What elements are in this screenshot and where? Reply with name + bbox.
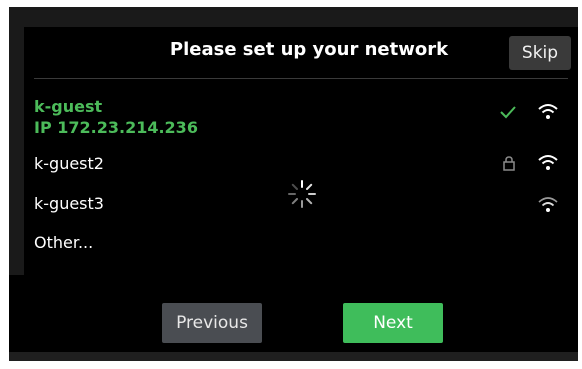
header: Please set up your network Skip: [24, 27, 578, 79]
network-setup-panel: Please set up your network Skip k-guest …: [24, 27, 578, 352]
wifi-icon: [538, 155, 558, 170]
network-item-k-guest[interactable]: k-guest IP 172.23.214.236: [34, 97, 568, 137]
network-name: k-guest2: [34, 154, 104, 173]
screen-bezel-bottom: [9, 352, 578, 361]
skip-button[interactable]: Skip: [509, 36, 571, 70]
screen-bezel-top: [9, 7, 578, 27]
wifi-icon: [538, 197, 558, 212]
network-item-other[interactable]: Other...: [34, 233, 568, 252]
previous-button[interactable]: Previous: [162, 303, 262, 343]
device-frame: Please set up your network Skip k-guest …: [0, 0, 582, 369]
next-button[interactable]: Next: [343, 303, 443, 343]
network-item-k-guest2[interactable]: k-guest2: [34, 154, 568, 173]
header-divider: [34, 78, 568, 79]
network-name: k-guest: [34, 97, 103, 116]
wifi-icon: [538, 104, 558, 119]
screen-bezel-left: [9, 7, 24, 275]
spinner-icon: [288, 180, 316, 208]
page-title: Please set up your network: [169, 39, 449, 60]
lock-icon: [503, 156, 515, 171]
network-ip: IP 172.23.214.236: [34, 118, 198, 137]
check-icon: [500, 106, 516, 119]
network-name: Other...: [34, 233, 94, 252]
